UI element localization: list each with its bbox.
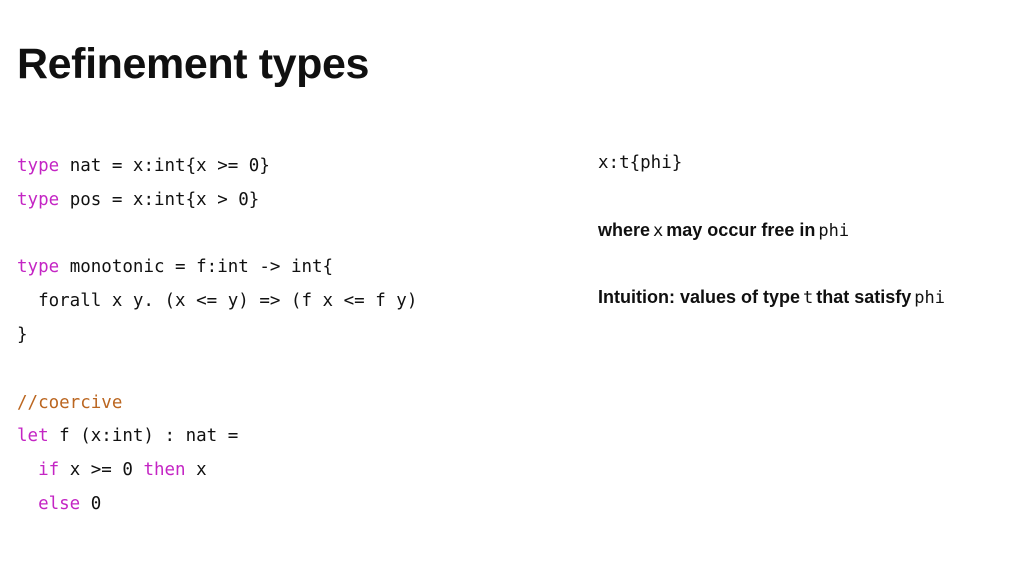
note-row-scope: where x may occur free in phi xyxy=(598,217,1018,284)
keyword-type: type xyxy=(17,189,60,210)
code-text: 0 xyxy=(80,493,102,514)
code-line-let-f: let f (x:int) : nat = xyxy=(17,420,577,454)
comment-text: //coercive xyxy=(17,392,123,413)
keyword-let: let xyxy=(17,426,49,447)
code-text: nat = x:int{x >= 0} xyxy=(59,156,270,176)
code-text: pos = x:int{x > 0} xyxy=(59,189,260,210)
code-text: x >= 0 xyxy=(59,460,144,481)
intuition-note-predicate: phi xyxy=(914,288,946,308)
code-block: type nat = x:int{x >= 0} type pos = x:in… xyxy=(17,150,577,522)
code-line-monotonic-body: forall x y. (x <= y) => (f x <= f y) xyxy=(17,285,577,319)
scope-note-predicate: phi xyxy=(818,221,850,241)
code-line-else-branch: else 0 xyxy=(17,488,577,522)
code-line-comment-coercive: //coercive xyxy=(17,387,577,421)
intuition-note-middle: that satisfy xyxy=(816,287,912,307)
intuition-note-before: Intuition: values of type xyxy=(598,287,801,307)
keyword-then: then xyxy=(143,460,186,481)
code-line-type-nat: type nat = x:int{x >= 0} xyxy=(17,150,577,184)
note-row-refinement-form: x:t{phi} xyxy=(598,150,1018,217)
code-text: forall x y. (x <= y) => (f x <= f y) xyxy=(17,291,418,312)
scope-note-middle: may occur free in xyxy=(666,220,816,240)
code-text: x xyxy=(185,460,207,481)
code-text: monotonic = f:int -> int{ xyxy=(59,257,334,278)
code-line-monotonic-close: } xyxy=(17,319,577,353)
notes-block: x:t{phi} where x may occur free in phi Intu… xyxy=(598,150,1018,351)
code-line-type-pos: type pos = x:int{x > 0} xyxy=(17,184,577,218)
note-row-intuition: Intuition: values of type t that satisfy ph… xyxy=(598,284,1018,351)
intuition-note-text: Intuition: values of type t that satisfy ph… xyxy=(598,284,1018,311)
scope-note-var: x xyxy=(653,221,664,241)
intuition-note-type-var: t xyxy=(803,288,814,308)
scope-note-before: where xyxy=(598,220,651,240)
scope-note-text: where x may occur free in phi xyxy=(598,217,1018,244)
keyword-type: type xyxy=(17,257,60,278)
keyword-else: else xyxy=(38,493,81,514)
code-text: } xyxy=(17,324,28,345)
page-title: Refinement types xyxy=(17,40,370,88)
code-line-type-monotonic: type monotonic = f:int -> int{ xyxy=(17,251,577,285)
refinement-form-text: x:t{phi} xyxy=(598,153,683,173)
slide-canvas: Refinement types type nat = x:int{x >= 0… xyxy=(0,0,1024,576)
keyword-type: type xyxy=(17,156,60,176)
keyword-if: if xyxy=(38,460,60,481)
code-text: f (x:int) : nat = xyxy=(48,426,239,447)
code-line-if-branch: if x >= 0 then x xyxy=(17,454,577,488)
